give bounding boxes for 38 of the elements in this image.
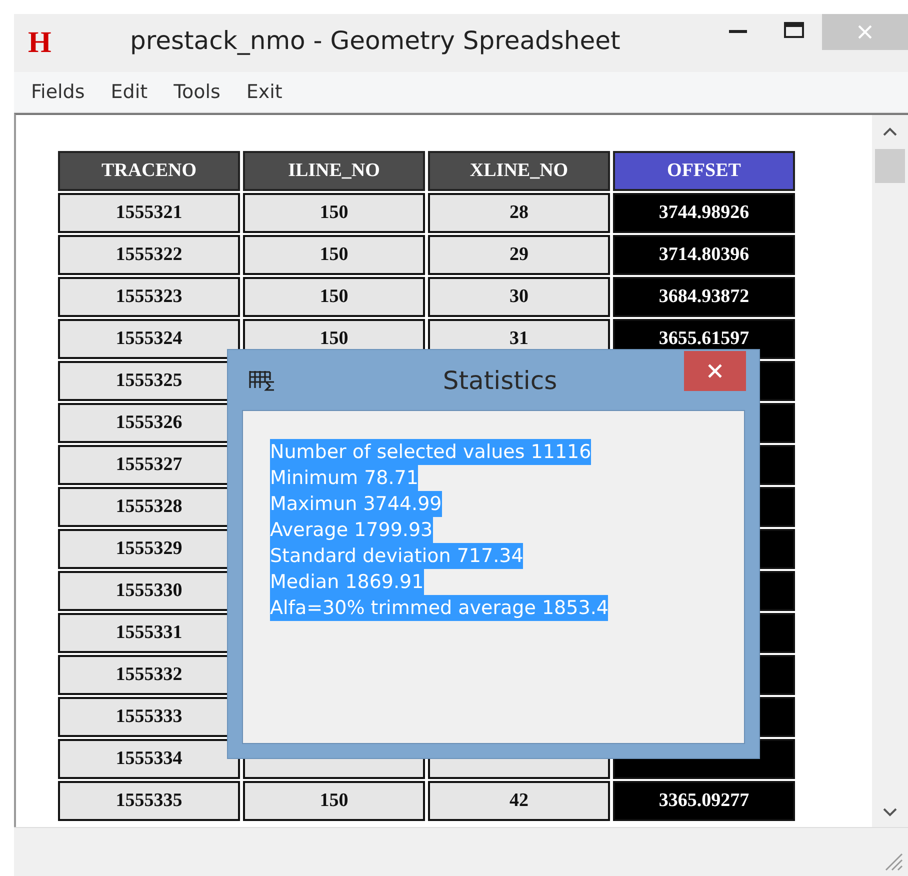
table-cell: 1555322 xyxy=(58,235,240,275)
table-cell: 1555335 xyxy=(58,781,240,821)
column-header[interactable]: TRACENO xyxy=(58,151,240,191)
table-cell: 150 xyxy=(243,193,425,233)
menu-item[interactable]: Edit xyxy=(98,81,161,103)
app-icon: H xyxy=(28,26,58,60)
table-cell: 42 xyxy=(428,781,610,821)
column-header[interactable]: ILINE_NO xyxy=(243,151,425,191)
close-button[interactable] xyxy=(684,351,746,391)
menu-item[interactable]: Fields xyxy=(18,81,98,103)
maximize-icon xyxy=(784,22,804,38)
table-cell: 30 xyxy=(428,277,610,317)
scroll-down-icon[interactable] xyxy=(882,807,898,817)
column-header[interactable]: XLINE_NO xyxy=(428,151,610,191)
table-cell: 150 xyxy=(243,781,425,821)
table-cell: 150 xyxy=(243,235,425,275)
menu-item[interactable]: Tools xyxy=(160,81,234,103)
scrollbar-thumb[interactable] xyxy=(875,149,905,183)
scroll-up-icon[interactable] xyxy=(882,127,898,137)
table-cell: 3684.93872 xyxy=(613,277,795,317)
table-cell: 3744.98926 xyxy=(613,193,795,233)
menu-item[interactable]: Exit xyxy=(233,81,296,103)
close-icon xyxy=(857,24,873,40)
close-icon xyxy=(707,363,723,379)
dialog-title: Statistics xyxy=(442,366,558,394)
column-header[interactable]: OFFSET xyxy=(613,151,795,191)
table-cell: 3365.09277 xyxy=(613,781,795,821)
table-cell: 1555324 xyxy=(58,319,240,359)
table-cell: 1555323 xyxy=(58,277,240,317)
table-cell: 1555334 xyxy=(58,739,240,779)
table-cell: 150 xyxy=(243,277,425,317)
table-cell: 29 xyxy=(428,235,610,275)
table-cell: 28 xyxy=(428,193,610,233)
table-sum-icon xyxy=(248,368,276,392)
table-cell: 3714.80396 xyxy=(613,235,795,275)
minimize-icon xyxy=(729,30,747,34)
table-cell: 1555321 xyxy=(58,193,240,233)
window-title: prestack_nmo - Geometry Spreadsheet xyxy=(130,26,622,55)
